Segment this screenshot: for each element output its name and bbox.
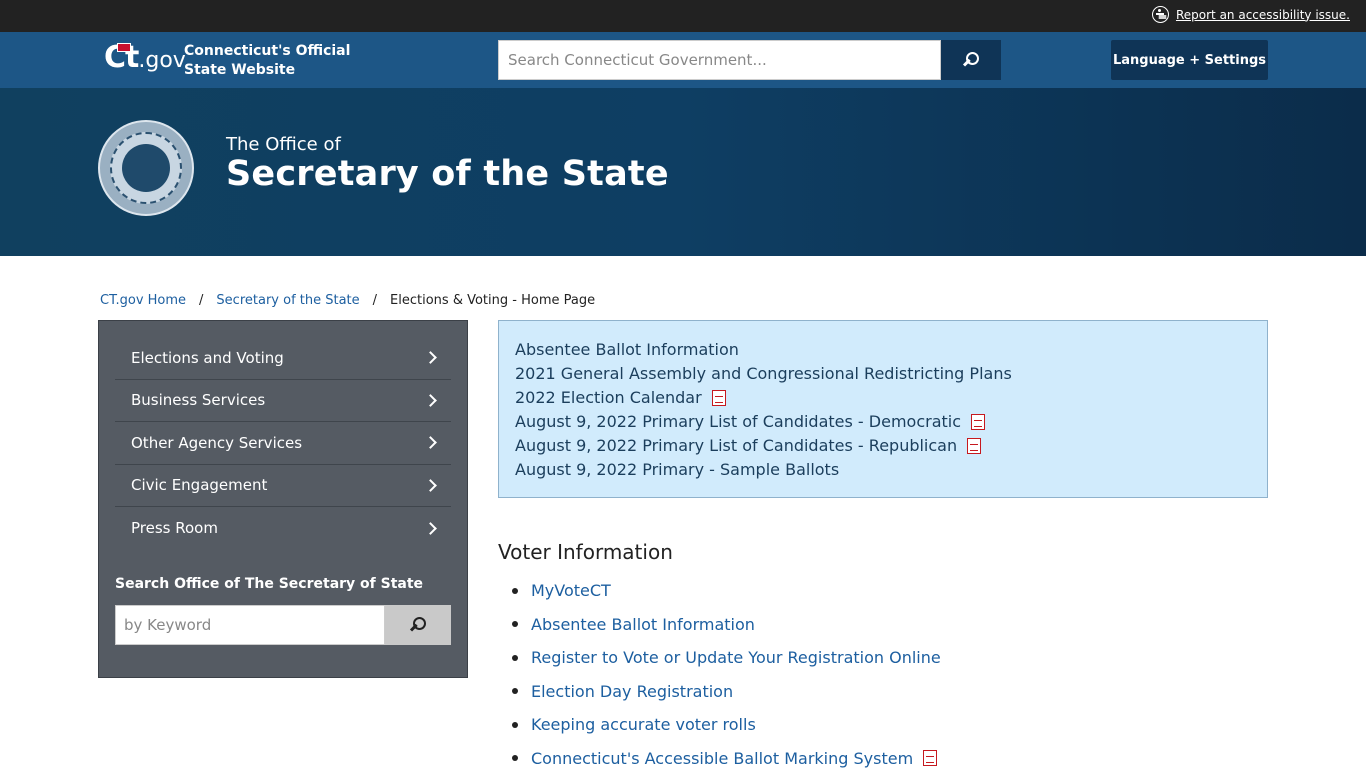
ct-gov-search-input[interactable] [498, 40, 941, 80]
breadcrumb-current-page: Elections & Voting - Home Page [390, 293, 596, 308]
voter-link-voter-rolls[interactable]: Keeping accurate voter rolls [531, 715, 756, 734]
breadcrumb: CT.gov Home / Secretary of the State / E… [100, 293, 595, 308]
alert-links-box: Absentee Ballot Information 2021 General… [498, 320, 1268, 498]
list-item: Election Day Registration [498, 675, 941, 709]
search-icon [962, 51, 980, 69]
breadcrumb-ctgov-home[interactable]: CT.gov Home [100, 293, 186, 308]
alert-link[interactable]: August 9, 2022 Primary - Sample Ballots [515, 458, 1251, 482]
sidebar-item-label: Business Services [131, 391, 266, 410]
voter-information-heading: Voter Information [498, 540, 673, 564]
agency-banner: The Office of Secretary of the State [0, 88, 1366, 256]
utility-bar: Report an accessibility issue. [0, 0, 1366, 32]
agency-search-input[interactable] [115, 605, 385, 645]
list-item: Keeping accurate voter rolls [498, 708, 941, 742]
voter-link-register-online[interactable]: Register to Vote or Update Your Registra… [531, 648, 941, 667]
accessibility-icon [1151, 6, 1169, 23]
pdf-icon [971, 414, 986, 430]
alert-link[interactable]: 2022 Election Calendar [515, 386, 1251, 410]
alert-link[interactable]: August 9, 2022 Primary List of Candidate… [515, 434, 1251, 458]
sidebar-item-label: Press Room [131, 519, 218, 538]
sidebar-item-press-room[interactable]: Press Room [115, 507, 451, 550]
sidebar-nav: Elections and Voting Business Services O… [115, 337, 451, 550]
voter-link-election-day-registration[interactable]: Election Day Registration [531, 682, 733, 701]
ct-gov-logo-mark: Ct.gov [104, 40, 186, 79]
chevron-right-icon [424, 393, 437, 407]
language-settings-button[interactable]: Language + Settings [1111, 40, 1268, 80]
agency-search-title: Search Office of The Secretary of State [115, 576, 424, 592]
alert-link-label: August 9, 2022 Primary List of Candidate… [515, 412, 962, 431]
alert-link[interactable]: August 9, 2022 Primary List of Candidate… [515, 410, 1251, 434]
sidebar-item-elections-and-voting[interactable]: Elections and Voting [115, 337, 451, 380]
ct-gov-site-title[interactable]: Connecticut's Official State Website [184, 42, 354, 80]
alert-link[interactable]: Absentee Ballot Information [515, 338, 1251, 362]
office-title: Secretary of the State [226, 154, 669, 194]
alert-link-label: 2022 Election Calendar [515, 388, 702, 407]
office-pre-title: The Office of [226, 134, 341, 155]
breadcrumb-separator: / [199, 293, 204, 308]
chevron-right-icon [424, 351, 437, 365]
bullet-icon [512, 721, 518, 728]
alert-link-label: August 9, 2022 Primary - Sample Ballots [515, 460, 840, 479]
bullet-icon [512, 688, 518, 695]
list-item: MyVoteCT [498, 574, 941, 608]
ct-gov-header: Ct.gov Connecticut's Official State Webs… [0, 32, 1366, 88]
sidebar-item-other-agency-services[interactable]: Other Agency Services [115, 422, 451, 465]
bullet-icon [512, 587, 518, 594]
state-seal-icon [98, 120, 194, 216]
pdf-icon [923, 750, 938, 767]
list-item: Connecticut's Accessible Ballot Marking … [498, 742, 941, 768]
voter-link-accessible-ballot[interactable]: Connecticut's Accessible Ballot Marking … [531, 749, 913, 768]
alert-link-label: 2021 General Assembly and Congressional … [515, 364, 1012, 383]
breadcrumb-separator: / [372, 293, 378, 308]
agency-search-button[interactable] [385, 605, 451, 645]
voter-link-myvotect[interactable]: MyVoteCT [531, 581, 611, 600]
sidebar-item-label: Elections and Voting [131, 348, 284, 367]
sidebar-item-civic-engagement[interactable]: Civic Engagement [115, 465, 451, 507]
sidebar-item-label: Civic Engagement [131, 476, 268, 495]
site-title-line1: Connecticut's Official [184, 43, 351, 59]
alert-link[interactable]: 2021 General Assembly and Congressional … [515, 362, 1251, 386]
pdf-icon [967, 438, 982, 454]
chevron-right-icon [424, 436, 437, 450]
chevron-right-icon [424, 478, 437, 492]
bullet-icon [512, 621, 518, 628]
site-title-line2: State Website [184, 62, 296, 78]
sidebar-item-business-services[interactable]: Business Services [115, 380, 451, 422]
alert-link-label: August 9, 2022 Primary List of Candidate… [515, 436, 958, 455]
voter-information-list: MyVoteCT Absentee Ballot Information Reg… [498, 574, 941, 768]
sidebar-item-label: Other Agency Services [131, 433, 303, 452]
sidebar: Elections and Voting Business Services O… [98, 320, 468, 678]
flag-icon [117, 43, 131, 52]
list-item: Absentee Ballot Information [498, 608, 941, 642]
accessibility-report[interactable]: Report an accessibility issue. [1151, 6, 1350, 23]
list-item: Register to Vote or Update Your Registra… [498, 641, 941, 675]
pdf-icon [711, 390, 726, 406]
bullet-icon [512, 654, 518, 661]
bullet-icon [512, 755, 518, 762]
alert-link-label: Absentee Ballot Information [515, 340, 739, 359]
logo-suffix: .gov [138, 48, 186, 73]
search-icon [409, 616, 427, 634]
chevron-right-icon [424, 521, 437, 535]
accessibility-report-link[interactable]: Report an accessibility issue. [1176, 8, 1350, 22]
breadcrumb-secretary-of-state[interactable]: Secretary of the State [216, 293, 359, 308]
ct-gov-logo[interactable]: Ct.gov [104, 40, 186, 79]
voter-link-absentee-ballot[interactable]: Absentee Ballot Information [531, 615, 755, 634]
ct-gov-search-button[interactable] [941, 40, 1001, 80]
